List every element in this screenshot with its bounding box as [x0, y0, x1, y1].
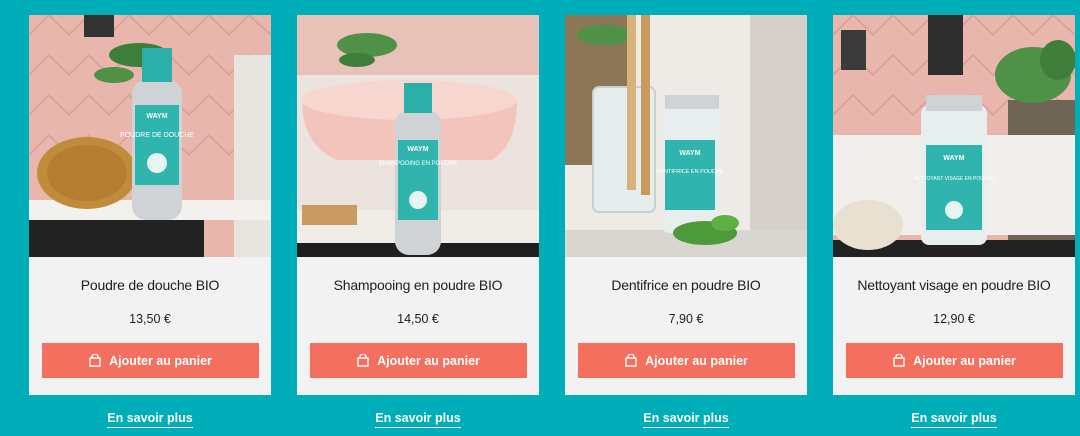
product-column: POUDRE DE DOUCHE WAYM Poudre de douche B… — [29, 15, 271, 428]
add-to-cart-button[interactable]: Ajouter au panier — [846, 343, 1063, 378]
brand-mark: WAYM — [943, 155, 964, 162]
brand-mark: WAYM — [146, 113, 167, 120]
product-label-text: NETTOYANT VISAGE EN POUDRE — [914, 176, 996, 182]
learn-more-link[interactable]: En savoir plus — [911, 411, 997, 428]
shopping-bag-icon — [625, 354, 637, 367]
add-to-cart-label: Ajouter au panier — [109, 353, 212, 368]
product-card: WAYM NETTOYANT VISAGE EN POUDRE Nettoyan… — [833, 15, 1075, 395]
product-price: 13,50 € — [129, 312, 171, 326]
learn-more-link[interactable]: En savoir plus — [375, 411, 461, 428]
add-to-cart-label: Ajouter au panier — [645, 353, 748, 368]
add-to-cart-label: Ajouter au panier — [913, 353, 1016, 368]
product-column: WAYM NETTOYANT VISAGE EN POUDRE Nettoyan… — [833, 15, 1075, 428]
product-card: POUDRE DE DOUCHE WAYM Poudre de douche B… — [29, 15, 271, 395]
product-price: 14,50 € — [397, 312, 439, 326]
product-column: SHAMPOOING EN POUDRE WAYM Shampooing en … — [297, 15, 539, 428]
product-card: WAYM DENTIFRICE EN POUDRE Dentifrice en … — [565, 15, 807, 395]
product-info: Shampooing en poudre BIO 14,50 € Ajouter… — [297, 257, 539, 395]
brand-mark: WAYM — [407, 146, 428, 153]
learn-more-link[interactable]: En savoir plus — [643, 411, 729, 428]
product-image[interactable]: POUDRE DE DOUCHE WAYM — [29, 15, 271, 257]
product-info: Poudre de douche BIO 13,50 € Ajouter au … — [29, 257, 271, 395]
product-price: 7,90 € — [668, 312, 704, 326]
add-to-cart-button[interactable]: Ajouter au panier — [310, 343, 527, 378]
product-label-text: POUDRE DE DOUCHE — [120, 132, 194, 139]
product-label-text: DENTIFRICE EN POUDRE — [656, 169, 724, 175]
product-image[interactable]: SHAMPOOING EN POUDRE WAYM — [297, 15, 539, 257]
product-name[interactable]: Shampooing en poudre BIO — [297, 277, 539, 293]
product-card: SHAMPOOING EN POUDRE WAYM Shampooing en … — [297, 15, 539, 395]
product-name[interactable]: Poudre de douche BIO — [29, 277, 271, 293]
product-name[interactable]: Dentifrice en poudre BIO — [565, 277, 807, 293]
learn-more-link[interactable]: En savoir plus — [107, 411, 193, 428]
product-grid: POUDRE DE DOUCHE WAYM Poudre de douche B… — [29, 15, 1075, 428]
product-name[interactable]: Nettoyant visage en poudre BIO — [833, 277, 1075, 293]
product-image[interactable]: WAYM DENTIFRICE EN POUDRE — [565, 15, 807, 257]
product-image[interactable]: WAYM NETTOYANT VISAGE EN POUDRE — [833, 15, 1075, 257]
shopping-bag-icon — [357, 354, 369, 367]
add-to-cart-label: Ajouter au panier — [377, 353, 480, 368]
product-column: WAYM DENTIFRICE EN POUDRE Dentifrice en … — [565, 15, 807, 428]
brand-mark: WAYM — [679, 150, 700, 157]
product-info: Nettoyant visage en poudre BIO 12,90 € A… — [833, 257, 1075, 395]
shopping-bag-icon — [893, 354, 905, 367]
product-price: 12,90 € — [933, 312, 975, 326]
product-label-text: SHAMPOOING EN POUDRE — [379, 161, 458, 167]
add-to-cart-button[interactable]: Ajouter au panier — [42, 343, 259, 378]
shopping-bag-icon — [89, 354, 101, 367]
add-to-cart-button[interactable]: Ajouter au panier — [578, 343, 795, 378]
product-info: Dentifrice en poudre BIO 7,90 € Ajouter … — [565, 257, 807, 395]
